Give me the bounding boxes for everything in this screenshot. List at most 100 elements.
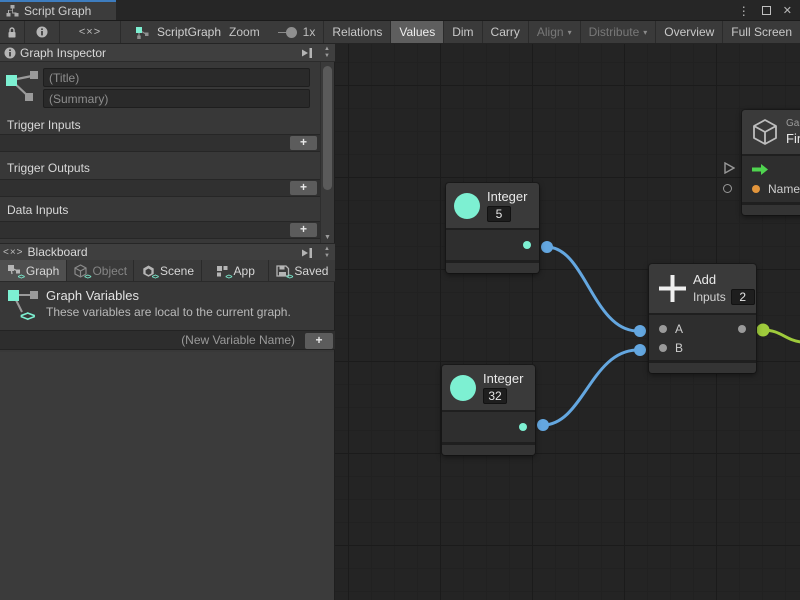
- title-bar: Script Graph ⋮ ✕: [0, 0, 800, 21]
- integer-type-icon: [454, 193, 480, 219]
- node-ports: [446, 230, 539, 260]
- carry-button[interactable]: Carry: [483, 21, 529, 43]
- graph-summary-input[interactable]: [43, 89, 310, 108]
- scroll-up-down-icons[interactable]: ▲▼: [321, 246, 333, 260]
- output-port[interactable]: [519, 423, 527, 431]
- maximize-icon[interactable]: [762, 6, 771, 15]
- chevron-down-icon: ▾: [568, 28, 572, 37]
- wire-integer32-to-add-b[interactable]: [543, 350, 638, 425]
- data-connect-indicator[interactable]: [723, 184, 732, 193]
- node-add[interactable]: Add Inputs2 A B: [649, 264, 756, 373]
- blackboard-empty-area: [0, 352, 334, 600]
- node-header[interactable]: Game Object Find: [742, 110, 800, 154]
- trigger-outputs-label: Trigger Outputs: [7, 161, 90, 175]
- node-integer-5[interactable]: Integer 5: [446, 183, 539, 273]
- close-icon[interactable]: ✕: [783, 4, 792, 17]
- info-icon: [4, 47, 16, 59]
- add-variable-button[interactable]: +: [305, 333, 333, 349]
- full-screen-button[interactable]: Full Screen: [723, 21, 800, 43]
- inputs-count-field[interactable]: 2: [731, 289, 755, 305]
- tab-label: Scene: [160, 264, 194, 278]
- input-port-b[interactable]: [659, 344, 667, 352]
- trigger-outputs-list: +: [0, 179, 320, 197]
- node-footer: [442, 445, 535, 455]
- tab-object-variables[interactable]: <> Object: [67, 260, 134, 282]
- new-variable-row: +: [0, 330, 335, 350]
- scroll-up-icon[interactable]: ▲: [324, 246, 330, 252]
- scroll-down-icon[interactable]: ▼: [324, 253, 330, 259]
- inspector-scrollbar[interactable]: ▼: [320, 62, 334, 243]
- node-ports: [442, 412, 535, 442]
- scroll-down-icon[interactable]: ▼: [321, 234, 334, 241]
- lock-button[interactable]: [0, 21, 25, 43]
- wire-endpoint[interactable]: [634, 344, 646, 356]
- maximize-panel-icon[interactable]: [302, 247, 313, 259]
- add-trigger-input-button[interactable]: +: [290, 136, 317, 150]
- scroll-up-down-icons[interactable]: ▲▼: [321, 46, 333, 60]
- code-view-button[interactable]: <×>: [60, 21, 121, 43]
- graph-inspector-title: Graph Inspector: [20, 46, 106, 60]
- relations-label: Relations: [332, 25, 382, 39]
- tab-script-graph[interactable]: Script Graph: [0, 0, 116, 20]
- node-title: Integer: [483, 371, 523, 386]
- window-controls: ⋮ ✕: [738, 0, 792, 21]
- add-data-input-button[interactable]: +: [290, 223, 317, 237]
- relations-button[interactable]: Relations: [324, 21, 391, 43]
- values-label: Values: [399, 25, 435, 39]
- overview-button[interactable]: Overview: [656, 21, 723, 43]
- tab-saved-variables[interactable]: <> Saved: [269, 260, 335, 282]
- data-inputs-label: Data Inputs: [7, 203, 68, 217]
- carry-label: Carry: [491, 25, 520, 39]
- tab-title: Script Graph: [24, 4, 91, 18]
- node-footer: [446, 263, 539, 273]
- input-port-name[interactable]: [752, 185, 760, 193]
- grid-icon: <>: [215, 264, 230, 278]
- tab-label: Object: [92, 264, 127, 278]
- node-header[interactable]: Add Inputs2: [649, 264, 756, 313]
- maximize-panel-icon[interactable]: [302, 47, 313, 59]
- node-title: Integer: [487, 189, 527, 204]
- distribute-dropdown[interactable]: Distribute▾: [581, 21, 657, 43]
- node-ports: Name: [742, 156, 800, 202]
- graph-title-input[interactable]: [43, 68, 310, 87]
- wire-endpoint[interactable]: [634, 325, 646, 337]
- blackboard-title: Blackboard: [28, 245, 88, 259]
- scrollbar-thumb[interactable]: [323, 66, 332, 190]
- node-type-label: Game Object: [786, 118, 800, 129]
- wire-integer5-to-add-a[interactable]: [547, 247, 638, 331]
- dim-button[interactable]: Dim: [444, 21, 482, 43]
- wire-endpoint[interactable]: [537, 419, 549, 431]
- blackboard-header[interactable]: <×> Blackboard ▲▼: [0, 243, 335, 261]
- values-button[interactable]: Values: [391, 21, 444, 43]
- integer-value-field[interactable]: 5: [487, 206, 511, 222]
- graph-inspector-header[interactable]: Graph Inspector ▲▼: [0, 44, 335, 62]
- tab-graph-variables[interactable]: <> Graph: [0, 260, 67, 282]
- node-integer-32[interactable]: Integer 32: [442, 365, 535, 455]
- node-header[interactable]: Integer 32: [442, 365, 535, 410]
- zoom-slider[interactable]: [278, 32, 295, 33]
- wire-endpoint[interactable]: [541, 241, 553, 253]
- flow-connect-indicator[interactable]: [724, 162, 735, 174]
- zoom-slider-handle[interactable]: [286, 27, 297, 38]
- scroll-up-icon[interactable]: ▲: [324, 46, 330, 52]
- wire-endpoint[interactable]: [757, 324, 770, 337]
- scroll-down-icon[interactable]: ▼: [324, 53, 330, 59]
- more-menu-icon[interactable]: ⋮: [738, 4, 750, 18]
- zoom-label: Zoom: [229, 25, 260, 39]
- tab-app-variables[interactable]: <> App: [202, 260, 269, 282]
- new-variable-input[interactable]: [0, 331, 301, 349]
- align-dropdown[interactable]: Align ▾: [529, 21, 581, 43]
- node-header[interactable]: Integer 5: [446, 183, 539, 228]
- graph-canvas[interactable]: Integer 5 Integer 32: [335, 44, 800, 600]
- info-button[interactable]: [25, 21, 60, 43]
- add-trigger-output-button[interactable]: +: [290, 181, 317, 195]
- output-port[interactable]: [738, 325, 746, 333]
- tab-scene-variables[interactable]: <> Scene: [134, 260, 201, 282]
- input-port-a[interactable]: [659, 325, 667, 333]
- node-gameobject-find[interactable]: Game Object Find Name: [742, 110, 800, 215]
- integer-value-field[interactable]: 32: [483, 388, 507, 404]
- output-port[interactable]: [523, 241, 531, 249]
- flow-arrow-icon[interactable]: [752, 164, 768, 175]
- align-label: Align: [537, 25, 564, 39]
- hierarchy-icon: [6, 5, 19, 17]
